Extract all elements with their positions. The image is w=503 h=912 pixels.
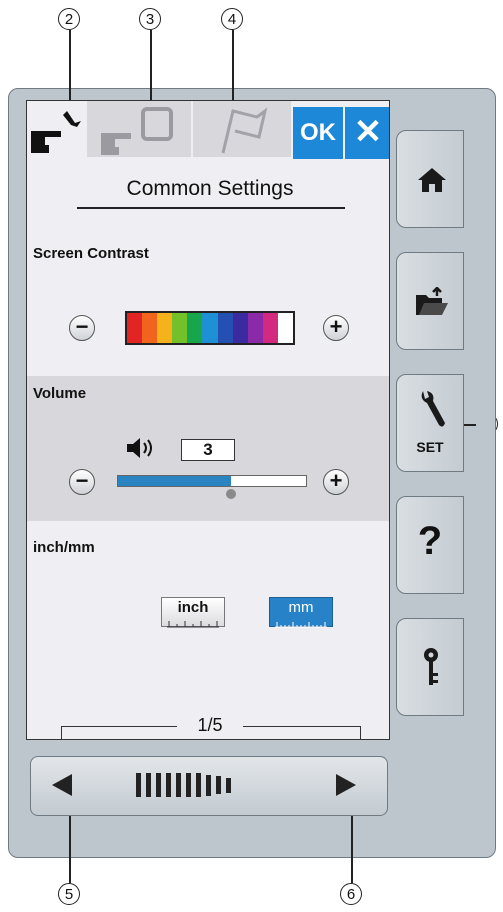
scroll-grip-bar	[166, 773, 171, 797]
speaker-icon	[127, 438, 152, 458]
callout-2: 2	[58, 8, 80, 30]
volume-slider-fill	[118, 476, 231, 486]
sewing-machine-wrench-icon	[31, 111, 81, 153]
contrast-plus-button[interactable]: +	[323, 315, 349, 341]
home-icon	[418, 168, 446, 192]
ok-button[interactable]: OK	[293, 107, 343, 159]
scroll-grip-bar	[226, 777, 231, 793]
scroll-grip-bar	[156, 773, 161, 797]
inch-mm-label: inch/mm	[33, 539, 95, 556]
key-icon	[424, 648, 438, 685]
scroll-grip-bar	[196, 773, 201, 797]
page-title: Common Settings	[126, 177, 294, 200]
scroll-grip-bar	[146, 773, 151, 797]
contrast-color-segment	[202, 313, 218, 343]
callout-4: 4	[221, 8, 243, 30]
contrast-color-segment	[217, 313, 233, 343]
touch-screen: OK ✕ Common Settings Screen Contrast − +…	[26, 100, 390, 740]
contrast-color-segment	[127, 313, 143, 343]
scroll-grip-bar	[186, 773, 191, 797]
scroll-grip-bar	[206, 774, 211, 796]
home-button[interactable]	[396, 130, 464, 228]
file-button[interactable]	[396, 252, 464, 350]
volume-plus-button[interactable]: +	[323, 469, 349, 495]
settings-tabs: OK ✕	[27, 101, 389, 167]
help-button[interactable]: ?	[396, 496, 464, 594]
embroidery-machine-icon	[101, 107, 173, 155]
contrast-color-segment	[187, 313, 203, 343]
contrast-color-segment	[277, 313, 294, 343]
right-arrow-icon[interactable]	[336, 774, 356, 796]
scroll-grip-bar	[176, 773, 181, 797]
title-underline	[77, 207, 345, 209]
ruler-inch-icon	[167, 621, 219, 628]
set-label: SET	[416, 439, 444, 455]
contrast-color-segment	[232, 313, 248, 343]
volume-minus-button[interactable]: −	[69, 469, 95, 495]
contrast-color-segment	[172, 313, 188, 343]
ruler-mm-icon	[275, 622, 327, 628]
set-button[interactable]: SET	[396, 374, 464, 472]
left-arrow-icon[interactable]	[52, 774, 72, 796]
volume-slider-thumb[interactable]	[226, 489, 236, 499]
callout-3: 3	[139, 8, 161, 30]
scroll-grip-bar	[216, 776, 221, 794]
mm-label: mm	[288, 599, 314, 616]
contrast-color-segment	[157, 313, 173, 343]
close-button[interactable]: ✕	[345, 107, 389, 159]
inch-button[interactable]: inch	[161, 597, 225, 628]
volume-slider[interactable]	[117, 475, 307, 499]
page-indicator: 1/5	[177, 715, 243, 736]
lock-button[interactable]	[396, 618, 464, 716]
wrench-icon	[421, 391, 445, 427]
callout-5: 5	[58, 883, 80, 905]
scroll-grip-bar	[136, 773, 141, 797]
callout-6: 6	[340, 883, 362, 905]
volume-label: Volume	[33, 385, 87, 402]
contrast-color-bar	[125, 311, 295, 345]
contrast-color-segment	[142, 313, 158, 343]
flag-icon	[221, 107, 268, 154]
page-scroll-handle[interactable]	[136, 768, 231, 802]
mm-button[interactable]: mm	[269, 597, 333, 628]
tab-embroidery-settings[interactable]	[87, 101, 191, 157]
volume-value: 3	[181, 439, 235, 461]
contrast-minus-button[interactable]: −	[69, 315, 95, 341]
inch-label: inch	[177, 599, 209, 616]
tab-common-settings[interactable]	[27, 101, 85, 157]
folder-upload-icon	[416, 287, 448, 315]
contrast-color-segment	[262, 313, 278, 343]
screen-contrast-label: Screen Contrast	[33, 245, 149, 262]
tab-language-settings[interactable]	[193, 101, 291, 157]
question-icon: ?	[417, 519, 443, 563]
contrast-color-segment	[247, 313, 263, 343]
